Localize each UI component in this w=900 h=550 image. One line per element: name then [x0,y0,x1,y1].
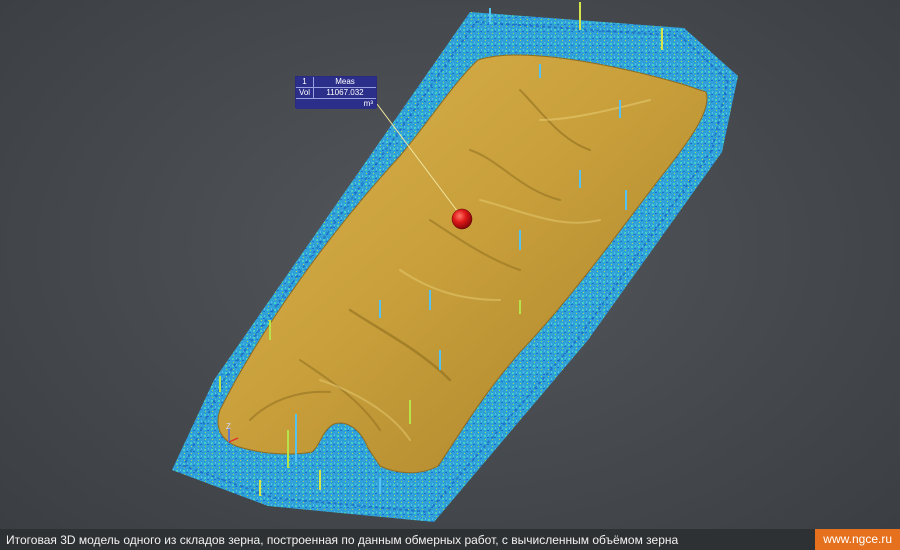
measurement-value: 11067.032 [326,88,364,97]
measurement-value-row: Vol 11067.032 [296,88,376,99]
volume-measurement-panel[interactable]: 1 Meas Vol 11067.032 m³ [295,76,377,109]
measurement-header: Meas [335,77,355,86]
axis-z-label: Z [226,422,231,431]
measurement-id: 1 [296,77,314,87]
site-url-link[interactable]: www.ngce.ru [815,529,900,550]
volume-marker[interactable] [451,208,473,230]
measurement-header-row: 1 Meas [296,77,376,88]
caption-text: Итоговая 3D модель одного из складов зер… [6,532,679,547]
caption-bar: Итоговая 3D модель одного из складов зер… [0,529,900,550]
measurement-label: Vol [296,88,314,98]
measurement-unit: m³ [363,99,373,108]
3d-viewport[interactable]: Z 1 Meas Vol 11067.032 m³ [0,0,900,550]
scan-scene: Z [172,2,738,522]
measurement-unit-row: m³ [296,99,376,109]
